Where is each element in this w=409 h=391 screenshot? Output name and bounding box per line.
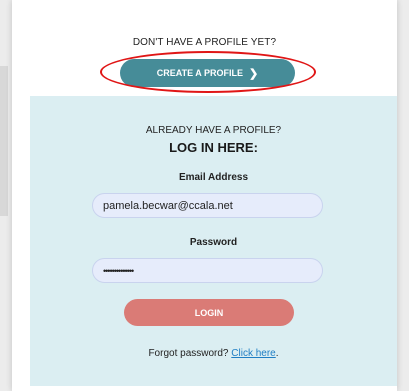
login-card: DON'T HAVE A PROFILE YET? CREATE A PROFI… xyxy=(12,0,397,391)
login-section: ALREADY HAVE A PROFILE? LOG IN HERE: Ema… xyxy=(30,96,397,386)
signup-prompt: DON'T HAVE A PROFILE YET? xyxy=(132,37,277,48)
forgot-password: Forgot password? Click here. xyxy=(30,348,397,359)
email-value: pamela.becwar@ccala.net xyxy=(103,199,233,212)
login-button[interactable]: LOGIN xyxy=(124,299,294,326)
password-label: Password xyxy=(189,237,238,248)
login-prompt: ALREADY HAVE A PROFILE? xyxy=(145,125,282,136)
create-profile-label: CREATE A PROFILE xyxy=(156,68,243,78)
create-profile-button[interactable]: CREATE A PROFILE ❯ xyxy=(120,59,295,87)
email-field[interactable]: pamela.becwar@ccala.net xyxy=(92,193,323,218)
signup-section: DON'T HAVE A PROFILE YET? CREATE A PROFI… xyxy=(12,0,397,96)
email-label: Email Address xyxy=(178,172,249,183)
background-panel xyxy=(0,66,8,216)
password-field[interactable]: •••••••••••••• xyxy=(92,258,323,283)
chevron-right-icon: ❯ xyxy=(248,67,259,80)
forgot-password-text: Forgot password? xyxy=(148,348,229,359)
login-title: LOG IN HERE: xyxy=(169,140,258,155)
forgot-password-link[interactable]: Click here xyxy=(231,348,275,359)
login-button-label: LOGIN xyxy=(194,307,224,318)
forgot-password-period: . xyxy=(275,348,279,359)
password-value: •••••••••••••• xyxy=(103,265,134,276)
